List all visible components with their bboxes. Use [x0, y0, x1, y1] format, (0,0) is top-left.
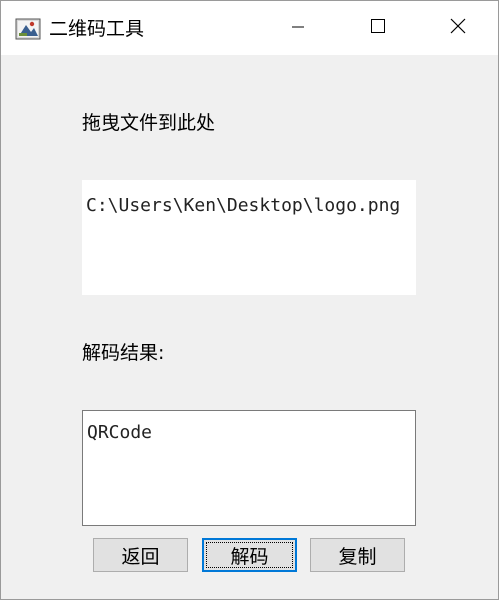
app-icon: [15, 16, 41, 42]
close-button[interactable]: [418, 1, 498, 55]
minimize-icon: [291, 19, 305, 38]
close-icon: [450, 18, 466, 38]
back-button[interactable]: 返回: [93, 538, 188, 572]
focus-indicator: [206, 542, 293, 568]
copy-button[interactable]: 复制: [310, 538, 405, 572]
maximize-icon: [370, 18, 386, 38]
decode-button[interactable]: 解码: [202, 538, 297, 572]
window-title: 二维码工具: [49, 18, 145, 40]
minimize-button[interactable]: [258, 1, 338, 55]
back-button-label: 返回: [121, 545, 160, 568]
title-bar[interactable]: 二维码工具: [1, 1, 498, 55]
file-drop-area[interactable]: C:\Users\Ken\Desktop\logo.png: [82, 180, 416, 295]
decode-result-textarea[interactable]: QRCode: [82, 410, 416, 526]
app-window: 二维码工具 拖曳文件到此处 C:\Users\Ken\Desktop\logo.…: [0, 0, 499, 600]
copy-button-label: 复制: [338, 545, 377, 568]
drop-hint-label: 拖曳文件到此处: [82, 112, 216, 134]
maximize-button[interactable]: [338, 1, 418, 55]
decode-result-label: 解码结果:: [82, 342, 165, 364]
